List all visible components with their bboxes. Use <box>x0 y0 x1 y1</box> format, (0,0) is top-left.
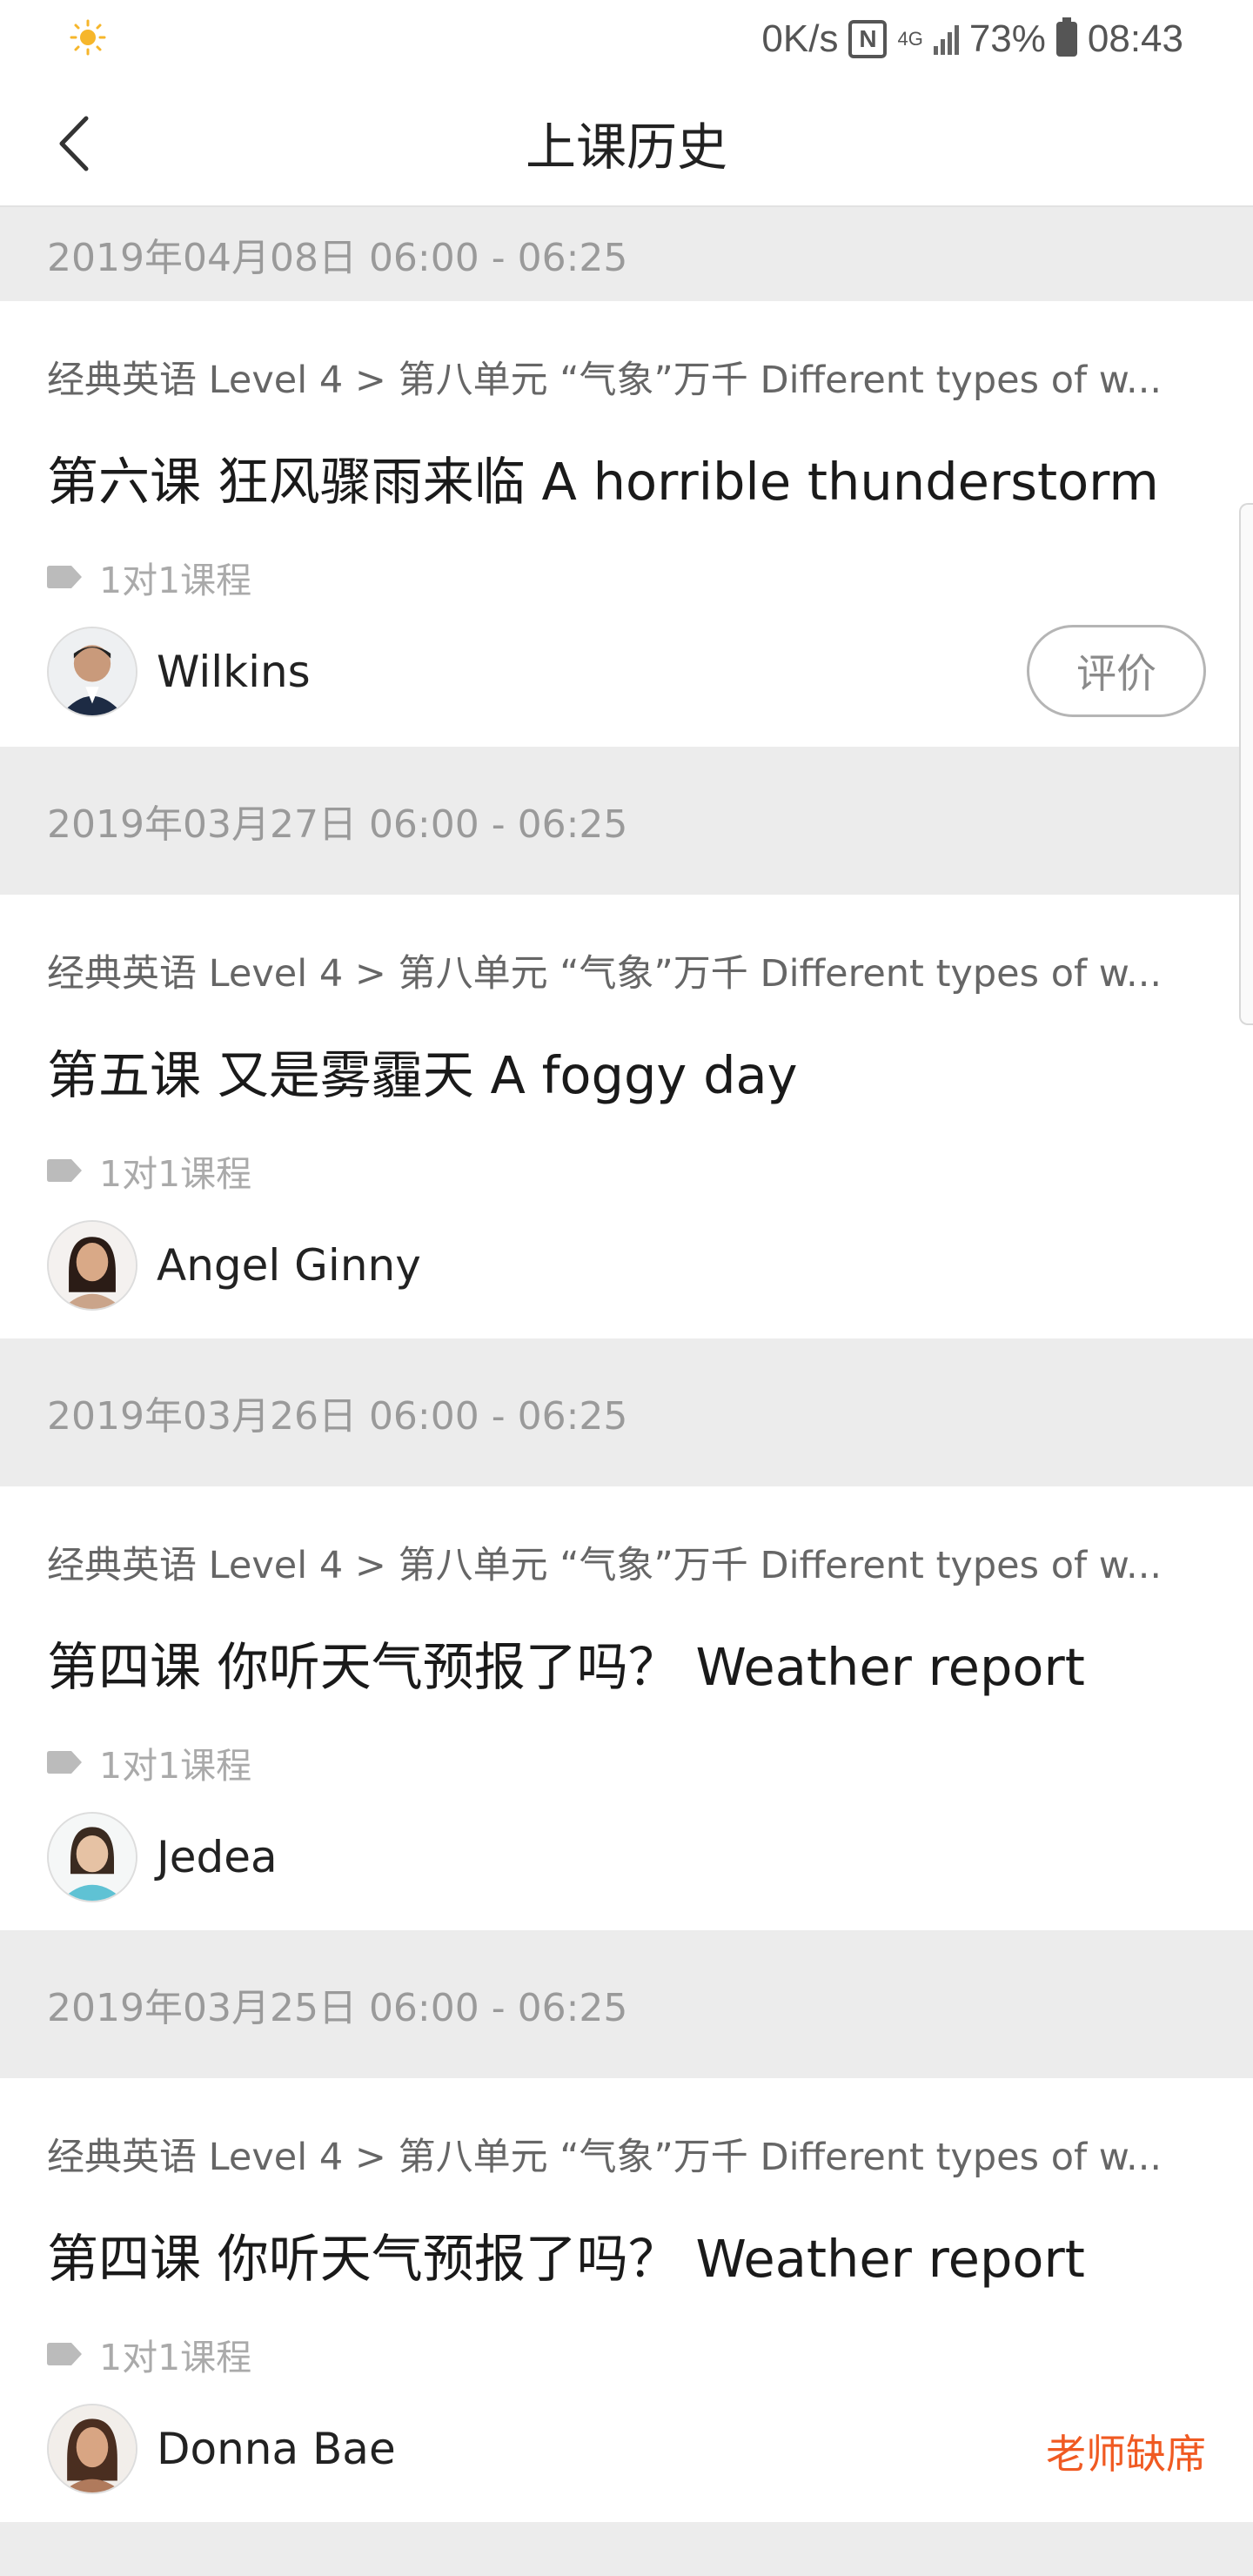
session-list: 2019年04月08日 06:00 - 06:25 经典英语 Level 4 >… <box>0 207 1253 2522</box>
avatar <box>47 1220 137 1311</box>
course-tag: 1对1课程 <box>47 1149 251 1195</box>
rate-button[interactable]: 评价 <box>1027 625 1206 717</box>
tag-icon <box>47 1751 82 1774</box>
lesson-title: 第四课 你听天气预报了吗？ Weather report <box>47 2229 1085 2289</box>
teacher-info: Angel Ginny <box>47 1218 421 1312</box>
net-speed: 0K/s <box>761 17 839 60</box>
avatar <box>47 2404 137 2494</box>
clock: 08:43 <box>1087 17 1183 60</box>
session-card[interactable]: 经典英语 Level 4 > 第八单元 “气象”万千 Different typ… <box>0 301 1253 747</box>
lesson-title: 第四课 你听天气预报了吗？ Weather report <box>47 1637 1085 1697</box>
lesson-title: 第六课 狂风骤雨来临 A horrible thunderstorm <box>47 452 1159 512</box>
network-type: 4G <box>897 28 923 50</box>
course-path: 经典英语 Level 4 > 第八单元 “气象”万千 Different typ… <box>47 1544 1163 1587</box>
course-tag: 1对1课程 <box>47 1741 251 1787</box>
course-tag-label: 1对1课程 <box>99 1745 252 1787</box>
course-tag-label: 1对1课程 <box>99 1153 252 1195</box>
signal-icon <box>933 23 959 55</box>
battery-percent: 73% <box>968 17 1046 60</box>
scrollbar[interactable] <box>1239 503 1253 1025</box>
tag-icon <box>47 2343 82 2365</box>
course-tag: 1对1课程 <box>47 2332 251 2378</box>
course-tag-label: 1对1课程 <box>99 560 252 601</box>
teacher-info: Jedea <box>47 1810 278 1904</box>
back-button[interactable] <box>35 104 113 183</box>
session-card[interactable]: 经典英语 Level 4 > 第八单元 “气象”万千 Different typ… <box>0 1486 1253 1930</box>
teacher-name: Angel Ginny <box>157 1240 421 1291</box>
battery-icon <box>1055 17 1077 57</box>
teacher-absent-status: 老师缺席 <box>1046 2431 1206 2478</box>
teacher-name: Jedea <box>157 1832 278 1882</box>
course-tag-label: 1对1课程 <box>99 2337 252 2378</box>
lesson-title: 第五课 又是雾霾天 A foggy day <box>47 1045 798 1105</box>
session-date: 2019年03月27日 06:00 - 06:25 <box>0 747 1253 895</box>
tag-icon <box>47 566 82 588</box>
session-card[interactable]: 经典英语 Level 4 > 第八单元 “气象”万千 Different typ… <box>0 2078 1253 2522</box>
teacher-info: Wilkins <box>47 625 311 719</box>
session-date: 2019年03月26日 06:00 - 06:25 <box>0 1338 1253 1486</box>
avatar <box>47 627 137 717</box>
status-bar: 0K/s N 4G 73% 08:43 <box>0 0 1253 78</box>
course-path: 经典英语 Level 4 > 第八单元 “气象”万千 Different typ… <box>47 952 1163 996</box>
course-path: 经典英语 Level 4 > 第八单元 “气象”万千 Different typ… <box>47 2136 1163 2179</box>
session-card[interactable]: 经典英语 Level 4 > 第八单元 “气象”万千 Different typ… <box>0 895 1253 1338</box>
session-date: 2019年04月08日 06:00 - 06:25 <box>0 207 1253 301</box>
nav-bar: 上课历史 <box>0 78 1253 207</box>
avatar <box>47 1812 137 1902</box>
teacher-name: Wilkins <box>157 647 311 697</box>
course-tag: 1对1课程 <box>47 555 251 601</box>
course-path: 经典英语 Level 4 > 第八单元 “气象”万千 Different typ… <box>47 359 1163 402</box>
teacher-name: Donna Bae <box>157 2424 396 2474</box>
chevron-left-icon <box>59 116 89 171</box>
status-indicators: 0K/s N 4G 73% 08:43 <box>761 9 1183 70</box>
sun-icon <box>70 19 106 56</box>
teacher-info: Donna Bae <box>47 2402 396 2496</box>
page-title: 上课历史 <box>525 117 727 177</box>
session-date: 2019年03月25日 06:00 - 06:25 <box>0 1930 1253 2078</box>
nfc-icon: N <box>848 20 888 58</box>
tag-icon <box>47 1159 82 1182</box>
